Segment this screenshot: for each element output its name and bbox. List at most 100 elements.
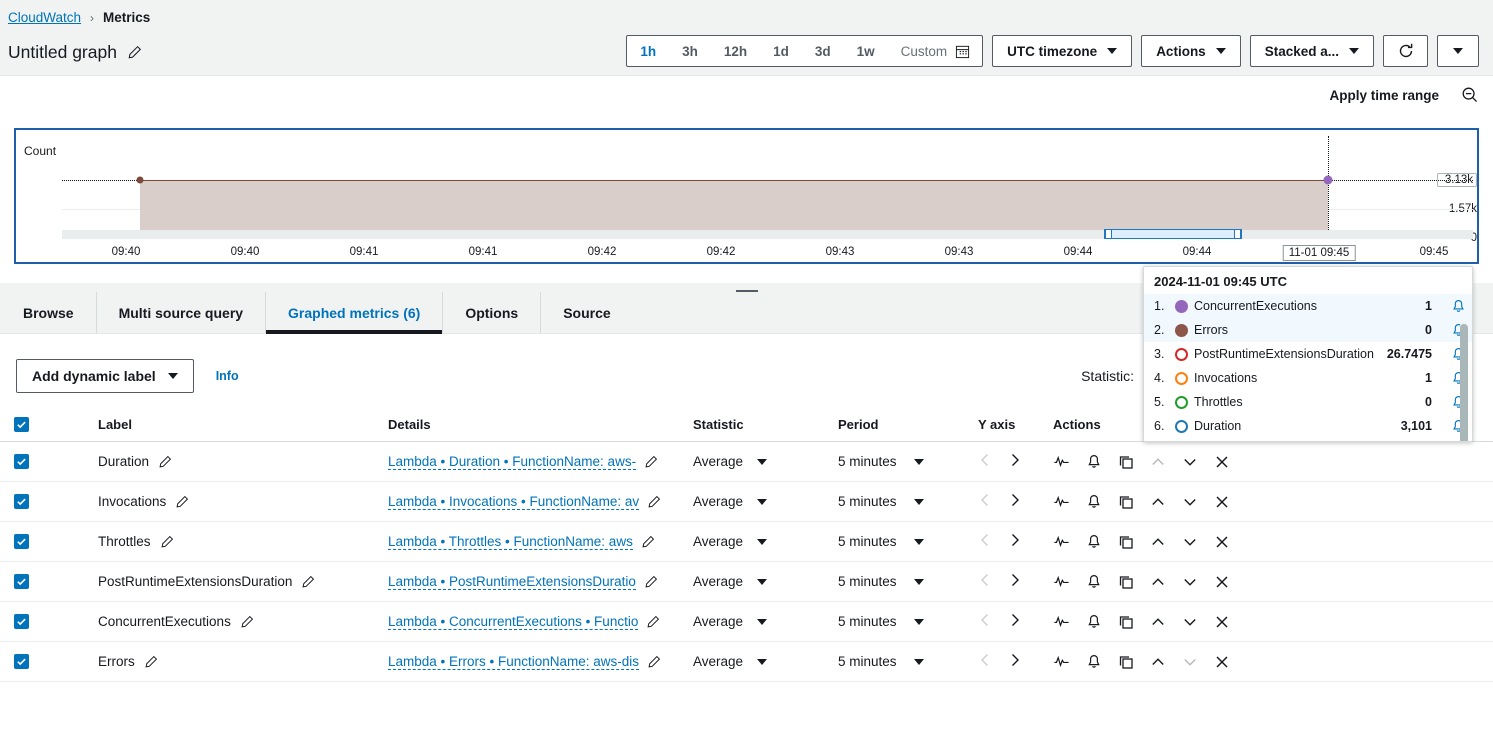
row-checkbox[interactable]: [14, 654, 29, 669]
row-period-cell[interactable]: 5 minutes: [838, 494, 978, 509]
row-checkbox[interactable]: [14, 494, 29, 509]
duplicate-icon[interactable]: [1118, 534, 1134, 550]
row-period-cell[interactable]: 5 minutes: [838, 534, 978, 549]
table-row[interactable]: PostRuntimeExtensionsDuration Lambda • P…: [0, 562, 1493, 602]
time-range-1w[interactable]: 1w: [844, 36, 888, 66]
view-metric-icon[interactable]: [1053, 573, 1070, 590]
remove-metric-icon[interactable]: [1214, 654, 1230, 670]
chevron-down-icon[interactable]: [914, 659, 924, 665]
tooltip-scrollbar-thumb[interactable]: [1460, 324, 1468, 442]
tooltip-scrollbar[interactable]: [1460, 322, 1468, 442]
time-range-1d[interactable]: 1d: [760, 36, 802, 66]
duplicate-icon[interactable]: [1118, 494, 1134, 510]
row-statistic-cell[interactable]: Average: [693, 574, 838, 589]
table-row[interactable]: Duration Lambda • Duration • FunctionNam…: [0, 442, 1493, 482]
chevron-down-icon[interactable]: [757, 459, 767, 465]
chevron-down-icon[interactable]: [914, 539, 924, 545]
chevron-down-icon[interactable]: [757, 539, 767, 545]
view-metric-icon[interactable]: [1053, 653, 1070, 670]
zoom-out-icon[interactable]: [1461, 86, 1479, 104]
view-metric-icon[interactable]: [1053, 533, 1070, 550]
brush-handle-left[interactable]: [1105, 229, 1112, 239]
time-range-12h[interactable]: 12h: [711, 36, 760, 66]
remove-metric-icon[interactable]: [1214, 454, 1230, 470]
graph-type-dropdown[interactable]: Stacked a...: [1250, 35, 1374, 67]
metric-details[interactable]: Lambda • Invocations • FunctionName: av: [388, 494, 639, 510]
timezone-dropdown[interactable]: UTC timezone: [992, 35, 1132, 67]
create-alarm-bell-icon[interactable]: [1086, 654, 1102, 670]
edit-title-pencil-icon[interactable]: [127, 45, 142, 60]
move-up-icon[interactable]: [1150, 494, 1166, 510]
duplicate-icon[interactable]: [1118, 454, 1134, 470]
move-up-icon[interactable]: [1150, 574, 1166, 590]
create-alarm-bell-icon[interactable]: [1086, 574, 1102, 590]
edit-label-pencil-icon[interactable]: [175, 495, 189, 509]
row-period-cell[interactable]: 5 minutes: [838, 614, 978, 629]
row-statistic-cell[interactable]: Average: [693, 454, 838, 469]
metric-details[interactable]: Lambda • ConcurrentExecutions • Functio: [388, 614, 638, 630]
move-down-icon[interactable]: [1182, 534, 1198, 550]
table-row[interactable]: ConcurrentExecutions Lambda • Concurrent…: [0, 602, 1493, 642]
time-range-1h[interactable]: 1h: [627, 36, 669, 66]
chevron-down-icon[interactable]: [914, 579, 924, 585]
chevron-down-icon[interactable]: [757, 619, 767, 625]
select-all-checkbox[interactable]: [14, 417, 29, 432]
tooltip-row[interactable]: 4. Invocations 1: [1144, 366, 1472, 390]
row-checkbox[interactable]: [14, 574, 29, 589]
row-statistic-cell[interactable]: Average: [693, 654, 838, 669]
chevron-down-icon[interactable]: [757, 659, 767, 665]
table-row[interactable]: Invocations Lambda • Invocations • Funct…: [0, 482, 1493, 522]
bell-icon[interactable]: [1448, 299, 1468, 314]
row-period-cell[interactable]: 5 minutes: [838, 574, 978, 589]
remove-metric-icon[interactable]: [1214, 574, 1230, 590]
remove-metric-icon[interactable]: [1214, 614, 1230, 630]
move-down-icon[interactable]: [1182, 494, 1198, 510]
chevron-down-icon[interactable]: [757, 499, 767, 505]
metric-details[interactable]: Lambda • Errors • FunctionName: aws-dis: [388, 654, 639, 670]
time-range-custom[interactable]: Custom: [888, 36, 954, 66]
tooltip-row[interactable]: 5. Throttles 0: [1144, 390, 1472, 414]
move-down-icon[interactable]: [1182, 614, 1198, 630]
tab-browse[interactable]: Browse: [0, 292, 97, 333]
info-link[interactable]: Info: [216, 369, 239, 383]
y-axis-right-icon[interactable]: [1008, 572, 1022, 591]
view-metric-icon[interactable]: [1053, 493, 1070, 510]
tab-options[interactable]: Options: [443, 292, 541, 333]
metric-details[interactable]: Lambda • PostRuntimeExtensionsDuratio: [388, 574, 636, 590]
move-up-icon[interactable]: [1150, 614, 1166, 630]
chevron-down-icon[interactable]: [757, 579, 767, 585]
duplicate-icon[interactable]: [1118, 574, 1134, 590]
edit-label-pencil-icon[interactable]: [240, 615, 254, 629]
view-metric-icon[interactable]: [1053, 453, 1070, 470]
move-up-icon[interactable]: [1150, 534, 1166, 550]
edit-label-pencil-icon[interactable]: [301, 575, 315, 589]
edit-details-pencil-icon[interactable]: [647, 495, 661, 509]
table-row[interactable]: Throttles Lambda • Throttles • FunctionN…: [0, 522, 1493, 562]
view-metric-icon[interactable]: [1053, 613, 1070, 630]
time-range-3d[interactable]: 3d: [802, 36, 844, 66]
move-up-icon[interactable]: [1150, 654, 1166, 670]
create-alarm-bell-icon[interactable]: [1086, 614, 1102, 630]
duplicate-icon[interactable]: [1118, 614, 1134, 630]
add-dynamic-label-dropdown[interactable]: Add dynamic label: [16, 359, 194, 393]
breadcrumb-link-cloudwatch[interactable]: CloudWatch: [8, 10, 81, 25]
time-range-3h[interactable]: 3h: [669, 36, 711, 66]
create-alarm-bell-icon[interactable]: [1086, 494, 1102, 510]
chevron-down-icon[interactable]: [914, 459, 924, 465]
table-row[interactable]: Errors Lambda • Errors • FunctionName: a…: [0, 642, 1493, 682]
calendar-icon[interactable]: [953, 36, 982, 66]
refresh-interval-dropdown[interactable]: [1437, 35, 1479, 67]
metric-details[interactable]: Lambda • Duration • FunctionName: aws-: [388, 454, 636, 470]
edit-label-pencil-icon[interactable]: [158, 455, 172, 469]
y-axis-right-icon[interactable]: [1008, 492, 1022, 511]
chevron-down-icon[interactable]: [914, 619, 924, 625]
edit-details-pencil-icon[interactable]: [644, 455, 658, 469]
refresh-button[interactable]: [1383, 35, 1428, 67]
row-checkbox[interactable]: [14, 534, 29, 549]
row-statistic-cell[interactable]: Average: [693, 534, 838, 549]
edit-details-pencil-icon[interactable]: [644, 575, 658, 589]
edit-details-pencil-icon[interactable]: [646, 615, 660, 629]
row-checkbox[interactable]: [14, 614, 29, 629]
remove-metric-icon[interactable]: [1214, 494, 1230, 510]
edit-label-pencil-icon[interactable]: [160, 535, 174, 549]
